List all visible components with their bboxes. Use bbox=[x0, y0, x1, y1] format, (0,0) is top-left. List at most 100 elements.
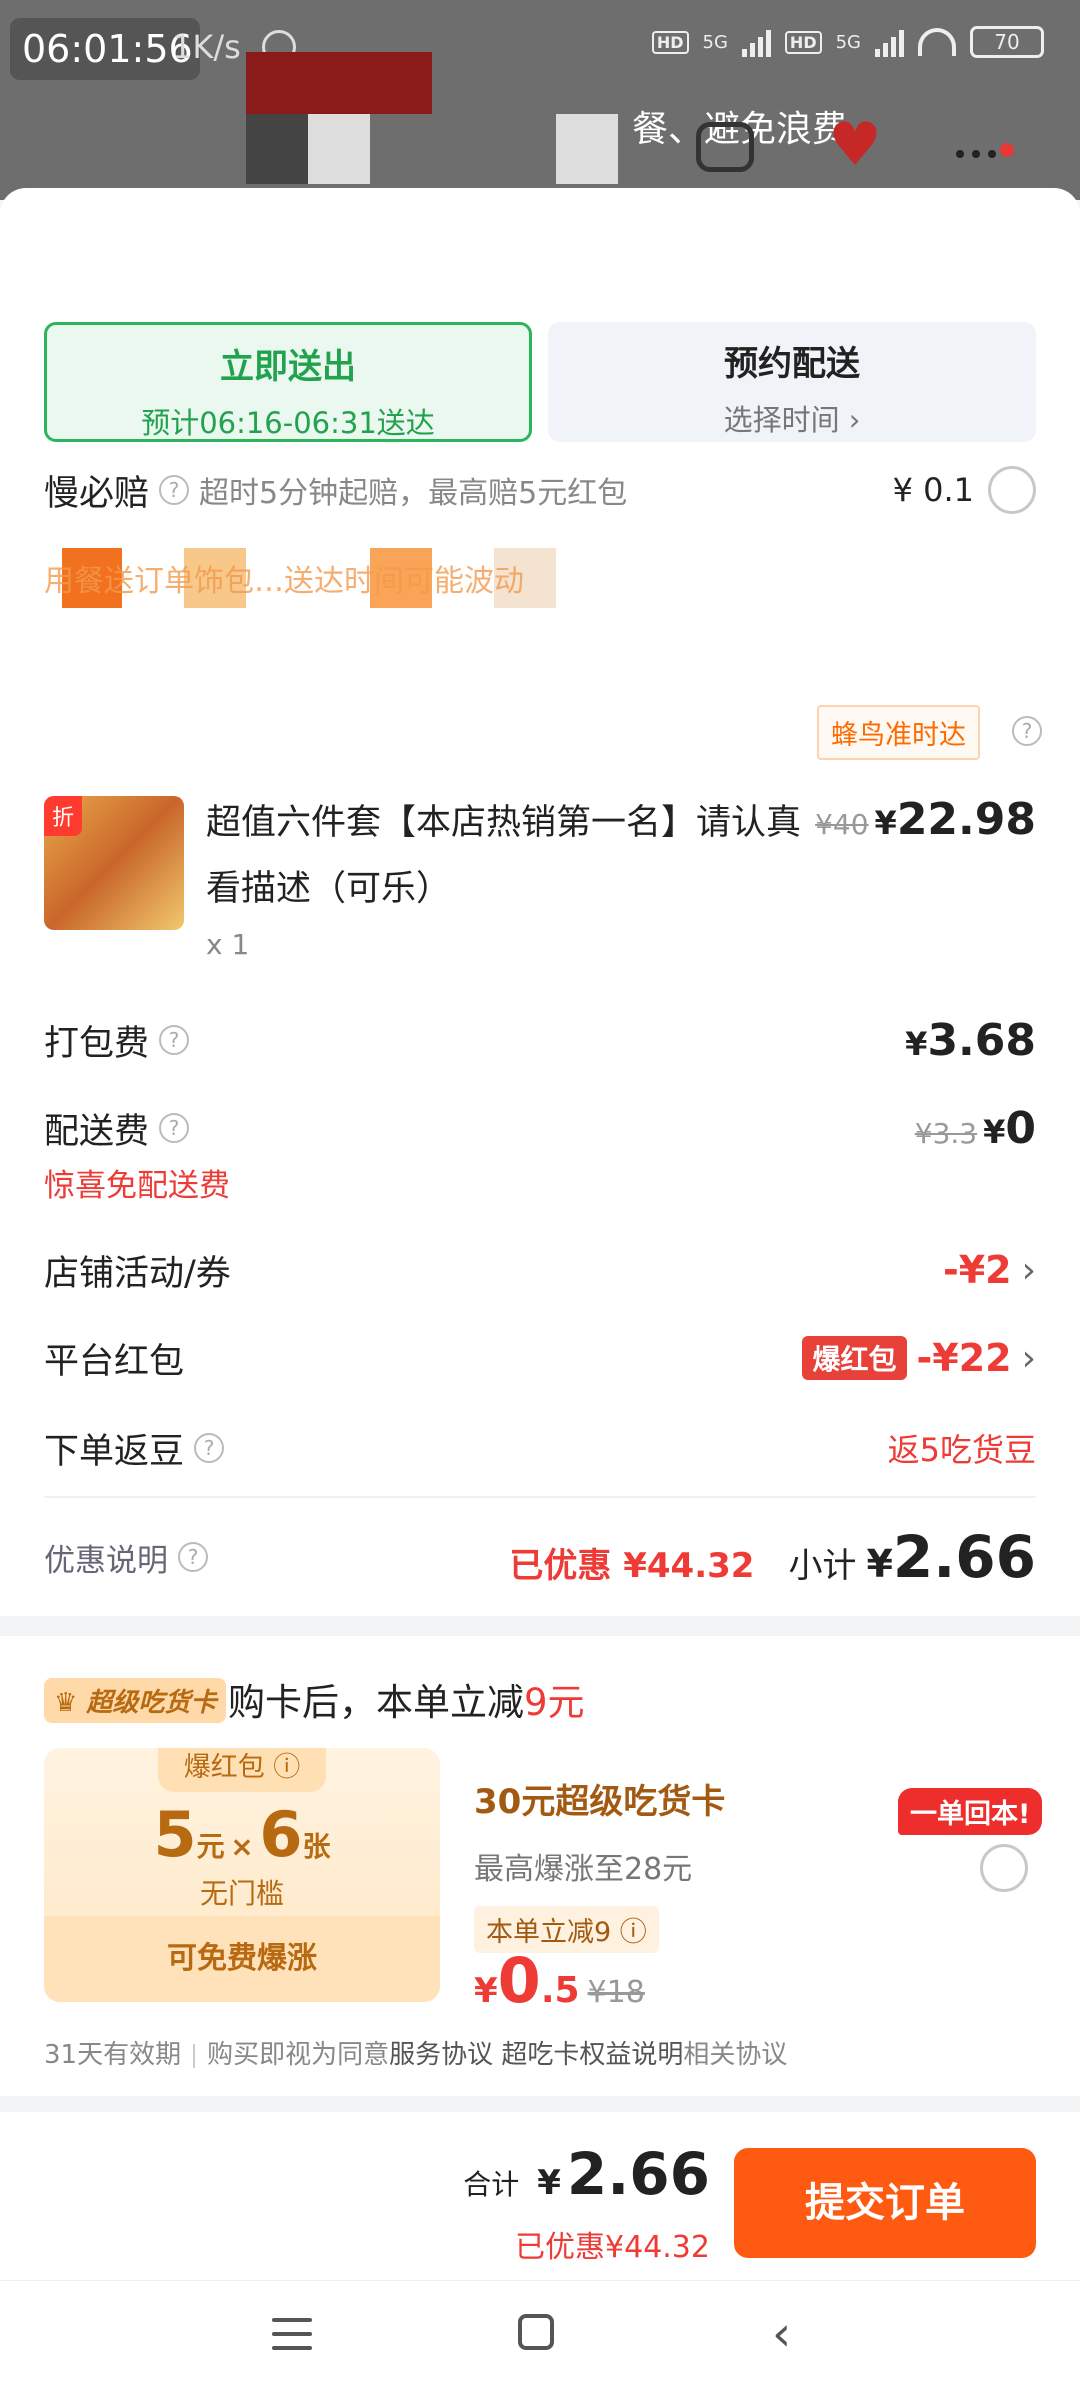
product-image: 折 bbox=[44, 796, 184, 930]
scheduled-delivery-label: 预约配送 bbox=[724, 344, 860, 384]
free-delivery-note: 惊喜免配送费 bbox=[44, 1168, 230, 1204]
help-icon[interactable]: ⓘ bbox=[273, 1752, 300, 1783]
signal-icon-2 bbox=[875, 27, 904, 57]
delivery-fee-row: 配送费 ? ¥3.3 ¥ 0 bbox=[44, 1098, 1036, 1158]
help-icon[interactable]: ? bbox=[1012, 716, 1042, 746]
delivery-fee-yen: ¥ bbox=[983, 1112, 1006, 1151]
help-icon[interactable]: ? bbox=[159, 1113, 190, 1143]
product-price-yen: ¥ bbox=[874, 804, 897, 842]
hot-redpacket-tag: 爆红包 bbox=[802, 1336, 907, 1380]
blurred-block bbox=[246, 114, 308, 184]
chevron-right-icon: › bbox=[1021, 1249, 1036, 1291]
notification-dot bbox=[1000, 143, 1014, 157]
help-icon[interactable]: ? bbox=[159, 1025, 190, 1055]
supercard-terms: 31天有效期 购买即视为同意服务协议 超吃卡权益说明相关协议 bbox=[44, 2040, 788, 2070]
shop-coupon-row[interactable]: 店铺活动/券 -¥2 › bbox=[44, 1240, 1036, 1300]
beans-value: 返5吃货豆 bbox=[887, 1431, 1036, 1469]
platform-redpacket-row[interactable]: 平台红包 爆红包 -¥22 › bbox=[44, 1328, 1036, 1388]
submit-order-button[interactable]: 提交订单 bbox=[734, 2148, 1036, 2258]
help-icon[interactable]: ? bbox=[159, 475, 190, 505]
back-icon[interactable]: ‹ bbox=[772, 2306, 791, 2362]
beans-row: 下单返豆 ? 返5吃货豆 bbox=[44, 1418, 1036, 1478]
supercard-title: 购卡后，本单立减9元 bbox=[228, 1681, 585, 1724]
slow-compensation-label: 慢必赔 bbox=[44, 473, 150, 514]
slow-compensation-desc: 超时5分钟起赔，最高赔5元红包 bbox=[199, 476, 628, 511]
supercard-badge: ♛ 超级吃货卡 bbox=[44, 1678, 227, 1723]
section-gap bbox=[0, 660, 1080, 682]
supercard-name: 30元超级吃货卡 bbox=[474, 1782, 726, 1822]
packing-fee-label: 打包费 bbox=[44, 1023, 150, 1064]
total-price: 合计 ¥ 2.66 bbox=[463, 2140, 710, 2208]
chevron-right-icon: › bbox=[1021, 1337, 1036, 1379]
packing-fee-value: 3.68 bbox=[927, 1014, 1036, 1066]
scheduled-delivery-option[interactable]: 预约配送 选择时间 › bbox=[548, 322, 1036, 442]
net-label-1: 5G bbox=[702, 31, 728, 53]
summary-row: 优惠说明 ? 已优惠 ¥44.32 小计 ¥ 2.66 bbox=[44, 1520, 1036, 1594]
status-bar: 06:01:56 1K/s HD 5G HD 5G 70 餐、避免浪费 ♥ bbox=[0, 0, 1080, 200]
battery-icon: 70 bbox=[970, 26, 1044, 58]
supercard-desc: 最高爆涨至28元 bbox=[474, 1852, 693, 1887]
service-agreement-link[interactable]: 服务协议 bbox=[389, 2040, 493, 2070]
card-rights-link[interactable]: 超吃卡权益说明 bbox=[501, 2040, 683, 2070]
status-right: HD 5G HD 5G 70 bbox=[651, 26, 1044, 58]
blurred-block bbox=[308, 114, 370, 184]
slow-compensation-radio[interactable] bbox=[988, 466, 1036, 514]
coupon-amount: 5元 × 6张 bbox=[153, 1798, 331, 1871]
recent-apps-icon[interactable] bbox=[272, 2318, 312, 2360]
coupon-tab: 爆红包 ⓘ bbox=[158, 1748, 326, 1792]
delivery-fee-value: 0 bbox=[1005, 1102, 1036, 1154]
more-icon[interactable] bbox=[956, 150, 996, 158]
slow-compensation-row: 慢必赔 ? 超时5分钟起赔，最高赔5元红包 ¥ 0.1 bbox=[44, 464, 1036, 516]
platform-redpacket-label: 平台红包 bbox=[44, 1341, 185, 1382]
subtotal-label: 小计 bbox=[788, 1546, 857, 1586]
total-saved: 已优惠¥44.32 bbox=[515, 2230, 710, 2265]
shop-coupon-label: 店铺活动/券 bbox=[44, 1253, 231, 1294]
product-price-value: 22.98 bbox=[896, 794, 1036, 845]
divider bbox=[44, 1496, 1036, 1498]
help-icon[interactable]: ? bbox=[178, 1542, 208, 1572]
coupon-free-boost: 可免费爆涨 bbox=[44, 1916, 440, 2002]
section-gap bbox=[0, 1616, 1080, 1638]
delivery-fee-label: 配送费 bbox=[44, 1111, 150, 1152]
product-qty: x 1 bbox=[206, 928, 250, 961]
packing-fee-row: 打包费 ? ¥ 3.68 bbox=[44, 1010, 1036, 1070]
product-old-price: ¥40 bbox=[815, 808, 869, 841]
home-icon[interactable] bbox=[518, 2314, 554, 2350]
signal-icon bbox=[741, 27, 771, 57]
discount-tag: 折 bbox=[44, 796, 83, 836]
supercard-radio[interactable] bbox=[980, 1844, 1028, 1892]
coupon-nodoor: 无门槛 bbox=[199, 1877, 284, 1910]
hd-icon-2: HD bbox=[784, 30, 822, 54]
delivery-notice: 用餐送订单饰包…送达时间可能波动 bbox=[44, 564, 524, 599]
subtotal-value: 2.66 bbox=[892, 1523, 1036, 1591]
blurred-block bbox=[556, 114, 618, 184]
net-label-2: 5G bbox=[835, 31, 861, 53]
blurred-logo bbox=[246, 52, 432, 114]
crown-icon: ♛ bbox=[54, 1688, 78, 1718]
supercard-price: ¥0.5 ¥18 bbox=[474, 1944, 645, 2017]
help-icon[interactable]: ? bbox=[194, 1433, 225, 1463]
message-icon[interactable] bbox=[696, 122, 754, 172]
choose-time-link: 选择时间 › bbox=[723, 403, 861, 437]
product-title: 超值六件套【本店热销第一名】请认真看描述（可乐） bbox=[206, 803, 802, 909]
deliver-now-eta: 预计06:16-06:31送达 bbox=[141, 406, 435, 440]
slow-compensation-price: ¥ 0.1 bbox=[892, 471, 974, 509]
wifi-icon bbox=[918, 28, 956, 56]
one-order-payback-badge: 一单回本! bbox=[898, 1788, 1043, 1835]
favorite-heart-icon[interactable]: ♥ bbox=[828, 115, 882, 175]
delivery-fee-old: ¥3.3 bbox=[914, 1116, 978, 1150]
discount-info-label: 优惠说明 bbox=[44, 1542, 168, 1579]
supercard-coupon: 爆红包 ⓘ 5元 × 6张 无门槛 可免费爆涨 bbox=[44, 1748, 440, 2002]
deliver-now-option[interactable]: 立即送出 预计06:16-06:31送达 bbox=[44, 322, 532, 442]
ontime-badge: 蜂鸟准时达 bbox=[817, 705, 980, 760]
summary-saved: 已优惠 ¥44.32 bbox=[509, 1546, 755, 1586]
beans-label: 下单返豆 bbox=[44, 1431, 185, 1472]
shop-coupon-value: -¥2 bbox=[942, 1248, 1012, 1292]
subtotal-yen: ¥ bbox=[866, 1542, 893, 1586]
packing-fee-yen: ¥ bbox=[905, 1024, 928, 1063]
related-agreement-link[interactable]: 相关协议 bbox=[683, 2040, 787, 2070]
deliver-now-label: 立即送出 bbox=[220, 347, 356, 387]
hd-icon: HD bbox=[651, 30, 689, 54]
net-speed: 1K/s bbox=[172, 28, 241, 66]
product-price: ¥40 ¥ 22.98 bbox=[815, 794, 1036, 845]
